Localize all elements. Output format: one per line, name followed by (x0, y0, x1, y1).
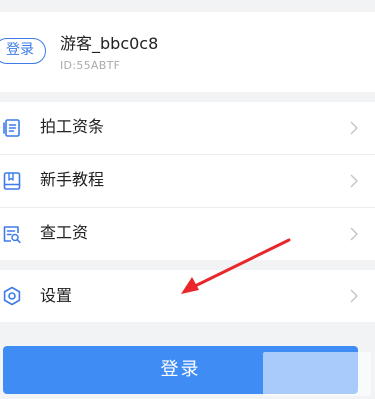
hexagon-settings-icon (3, 286, 21, 306)
chevron-right-icon (350, 121, 358, 135)
chevron-right-icon (350, 174, 358, 188)
chevron-right-icon (350, 289, 358, 303)
username: 游客_bbc0c8 (60, 34, 159, 53)
book-icon (3, 172, 21, 190)
profile-card[interactable]: 登录 游客_bbc0c8 ID:55ABTF (0, 12, 375, 92)
chevron-right-icon (350, 227, 358, 241)
login-badge[interactable]: 登录 (0, 38, 46, 64)
menu-item-payslip-photo[interactable]: 拍工资条 (0, 102, 375, 155)
menu-item-label: 查工资 (40, 223, 89, 242)
menu-item-settings[interactable]: 设置 (0, 270, 375, 322)
menu-item-label: 拍工资条 (40, 117, 105, 136)
search-document-icon (3, 226, 21, 244)
document-icon (3, 119, 20, 137)
user-id: ID:55ABTF (60, 59, 121, 72)
menu-list: 拍工资条 新手教程 查工资 (0, 102, 375, 260)
page: 登录 游客_bbc0c8 ID:55ABTF 拍工资条 新手教程 查工资 设置 … (0, 0, 375, 399)
menu-item-tutorial[interactable]: 新手教程 (0, 155, 375, 208)
watermark-overlay (263, 352, 371, 396)
menu-item-label: 新手教程 (40, 170, 105, 189)
settings-label: 设置 (40, 286, 73, 305)
menu-item-check-salary[interactable]: 查工资 (0, 208, 375, 260)
